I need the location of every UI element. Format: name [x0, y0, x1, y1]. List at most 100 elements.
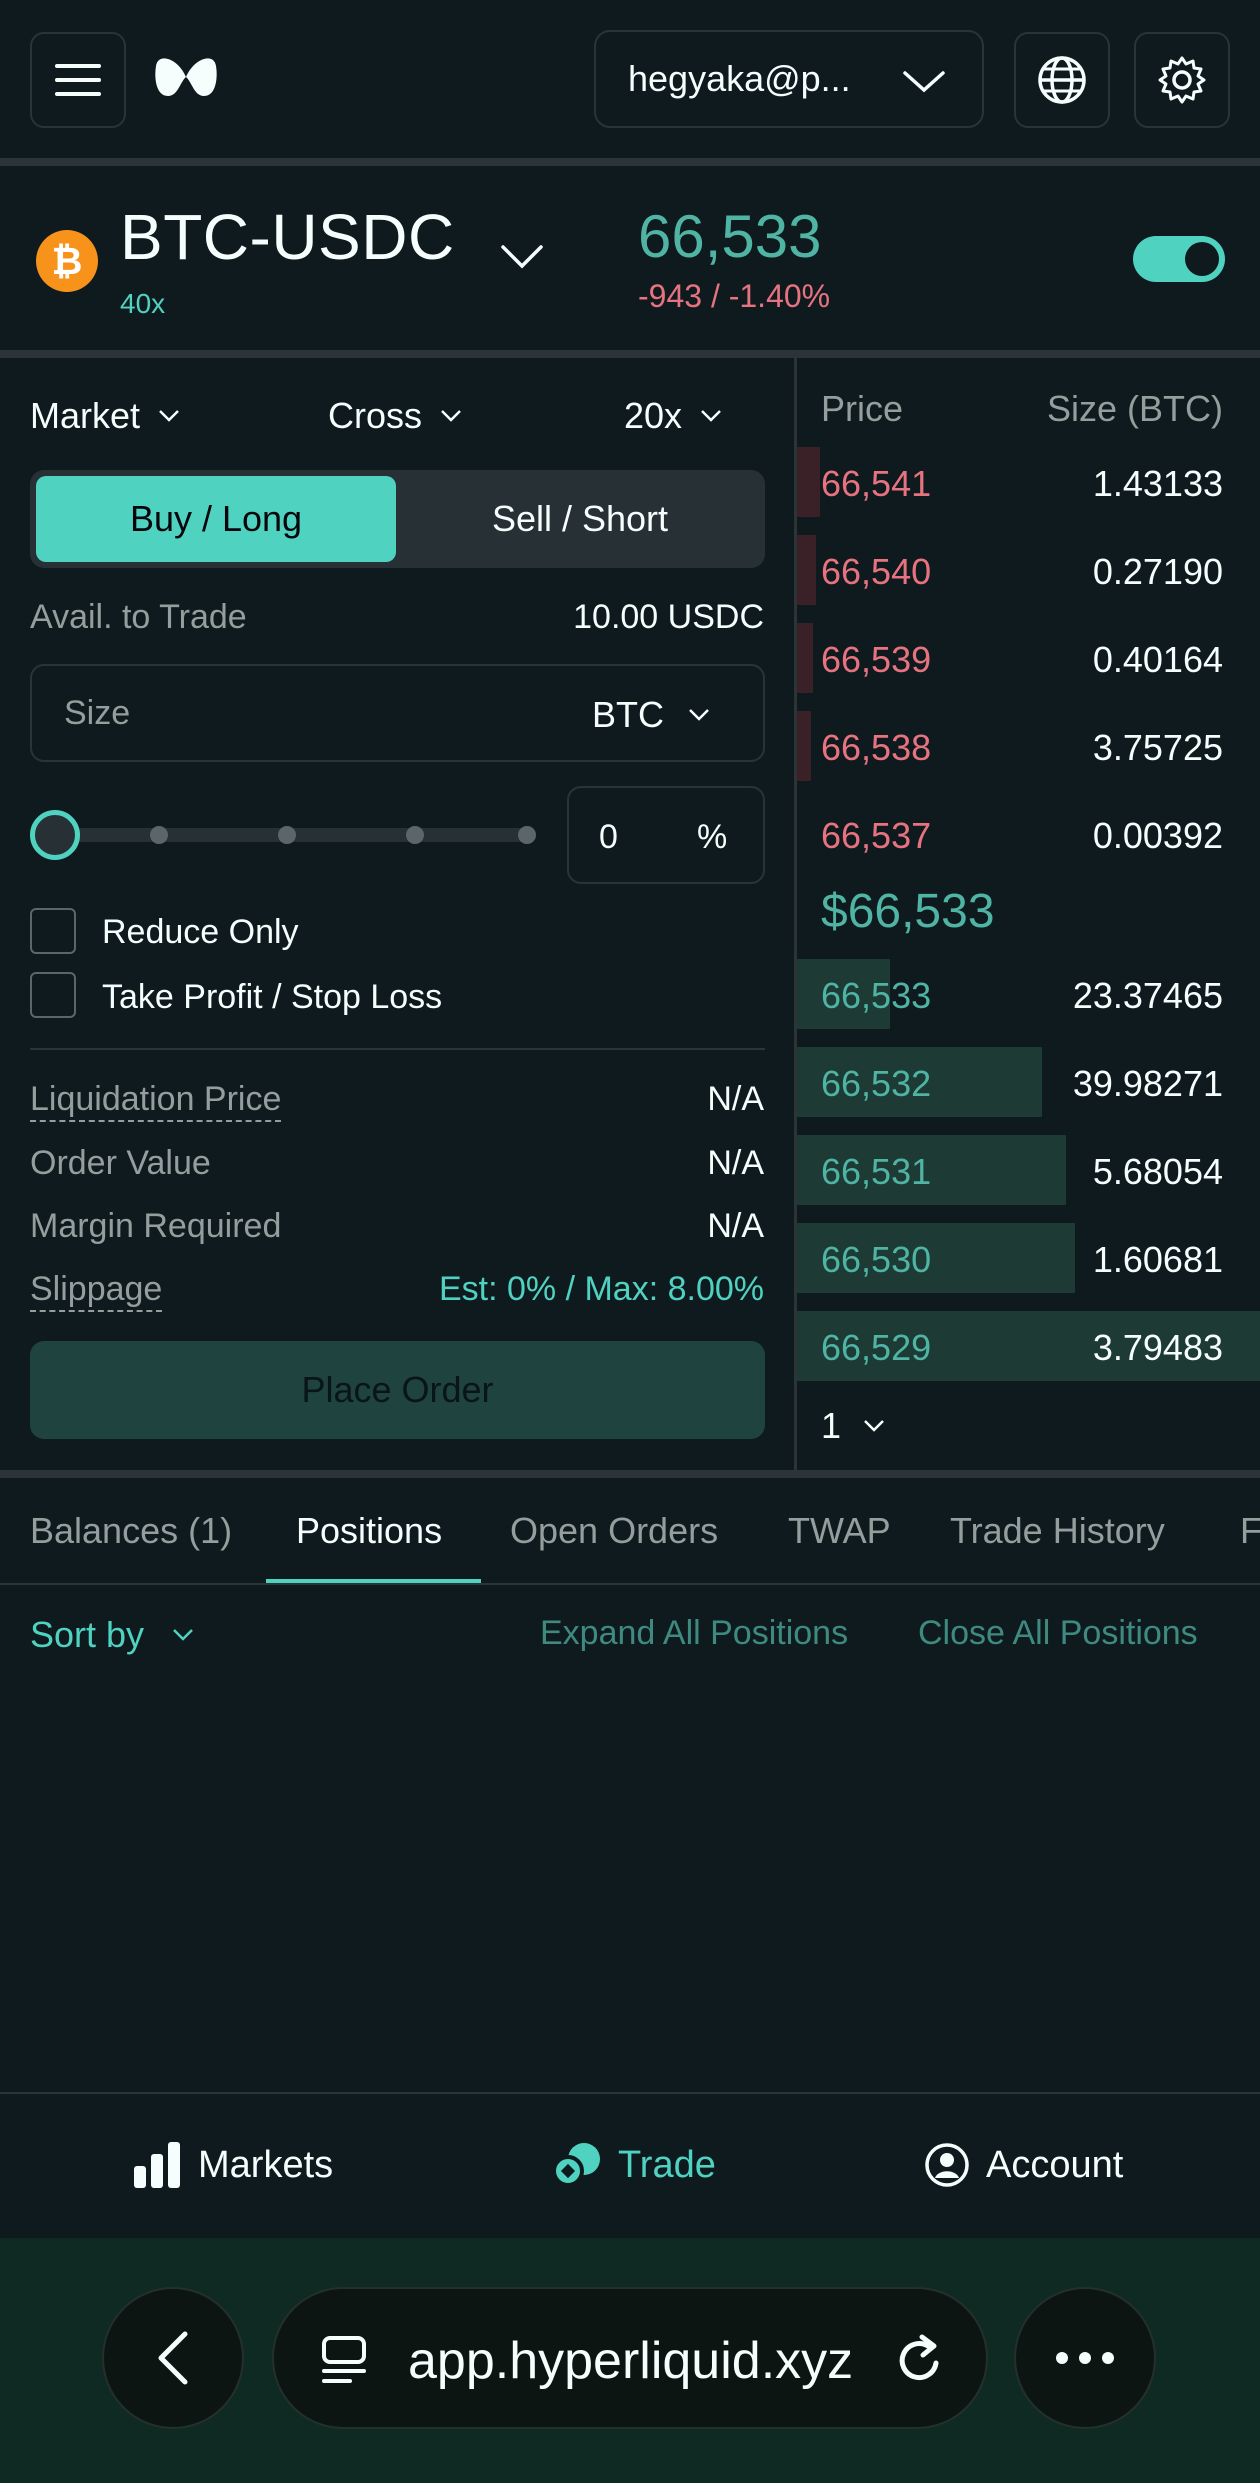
liquidation-price-label[interactable]: Liquidation Price [30, 1080, 282, 1122]
place-order-button[interactable]: Place Order [30, 1341, 765, 1439]
slider-handle[interactable] [30, 810, 80, 860]
chevron-down-icon [441, 410, 461, 422]
slider-tick [278, 826, 296, 844]
ask-depth-bar [797, 623, 813, 693]
order-value: N/A [707, 1144, 764, 1182]
buy-long-button[interactable]: Buy / Long [36, 476, 396, 562]
chevron-down-icon [173, 1629, 193, 1641]
nav-markets[interactable]: Markets [134, 2142, 333, 2188]
sell-short-button[interactable]: Sell / Short [400, 476, 760, 562]
more-icon [1056, 2352, 1114, 2364]
margin-required-label: Margin Required [30, 1207, 282, 1245]
nav-markets-label: Markets [198, 2143, 334, 2186]
bid-row[interactable]: 66,531 5.68054 [797, 1135, 1260, 1205]
ask-row[interactable]: 66,537 0.00392 [797, 799, 1260, 869]
ask-row[interactable]: 66,539 0.40164 [797, 623, 1260, 693]
bid-price: 66,533 [821, 975, 932, 1016]
bid-row[interactable]: 66,530 1.60681 [797, 1223, 1260, 1293]
ask-row[interactable]: 66,538 3.75725 [797, 711, 1260, 781]
bid-size: 39.98271 [1072, 1063, 1223, 1104]
leverage-dropdown[interactable]: 20x [624, 395, 722, 437]
browser-back-button[interactable] [102, 2287, 244, 2429]
ask-depth-bar [797, 447, 820, 517]
nav-account-label: Account [986, 2143, 1124, 2186]
ask-size: 1.43133 [1092, 463, 1223, 504]
language-button[interactable] [1014, 32, 1110, 128]
bid-price: 66,531 [821, 1151, 932, 1192]
bid-size: 3.79483 [1092, 1327, 1223, 1368]
sort-by-label: Sort by [30, 1614, 145, 1655]
browser-url-bar[interactable]: app.hyperliquid.xyz [272, 2287, 988, 2429]
ask-price: 66,537 [821, 815, 932, 856]
margin-mode-dropdown[interactable]: Cross [328, 395, 462, 437]
slider-tick [150, 826, 168, 844]
market-selector[interactable]: BTC-USDC [120, 200, 455, 274]
account-selector[interactable]: hegyaka@p... [594, 30, 984, 128]
tp-sl-checkbox[interactable] [30, 972, 76, 1018]
bid-row[interactable]: 66,533 23.37465 [797, 959, 1260, 1029]
order-type-dropdown[interactable]: Market [30, 395, 180, 437]
order-type-label: Market [30, 395, 141, 436]
tab-f[interactable]: F [1240, 1510, 1260, 1552]
tab-open-orders[interactable]: Open Orders [510, 1510, 718, 1552]
margin-mode-label: Cross [328, 395, 423, 436]
reduce-only-checkbox[interactable] [30, 908, 76, 954]
browser-more-button[interactable] [1014, 2287, 1156, 2429]
size-slider[interactable] [30, 810, 542, 860]
bid-price: 66,529 [821, 1327, 932, 1368]
panel-divider [794, 358, 797, 1470]
nav-account[interactable]: Account [924, 2142, 1123, 2188]
divider [30, 1048, 765, 1050]
bitcoin-icon: ₿ [36, 230, 98, 292]
chevron-down-icon [903, 71, 945, 93]
bid-row[interactable]: 66,532 39.98271 [797, 1047, 1260, 1117]
tab-twap[interactable]: TWAP [788, 1510, 891, 1552]
reload-icon[interactable] [894, 2333, 946, 2387]
bid-price: 66,532 [821, 1063, 932, 1104]
pair-dropdown-button[interactable] [500, 244, 544, 275]
tp-sl-label: Take Profit / Stop Loss [102, 978, 443, 1016]
orderbook-mid-price: $66,533 [821, 885, 995, 938]
ask-depth-bar [797, 535, 816, 605]
sort-by-dropdown[interactable]: Sort by [30, 1614, 194, 1656]
slippage-value: Est: 0% / Max: 8.00% [438, 1270, 764, 1308]
chevron-down-icon [701, 410, 721, 422]
globe-icon [1038, 56, 1086, 104]
ask-row[interactable]: 66,541 1.43133 [797, 447, 1260, 517]
close-all-positions-button[interactable]: Close All Positions [918, 1614, 1198, 1653]
nav-trade[interactable]: Trade [552, 2142, 716, 2188]
ask-price: 66,539 [821, 639, 932, 680]
settings-button[interactable] [1134, 32, 1230, 128]
ask-size: 0.27190 [1092, 551, 1223, 592]
chevron-left-icon [158, 2331, 188, 2385]
reduce-only-label: Reduce Only [102, 913, 299, 951]
bid-size: 5.68054 [1092, 1151, 1223, 1192]
hyperliquid-logo[interactable] [152, 52, 220, 107]
tab-positions[interactable]: Positions [296, 1510, 442, 1552]
chart-toggle[interactable] [1133, 236, 1225, 282]
ask-row[interactable]: 66,540 0.27190 [797, 535, 1260, 605]
slider-tick [406, 826, 424, 844]
gear-icon [1158, 56, 1206, 104]
tab-trade-history[interactable]: Trade History [950, 1510, 1165, 1552]
orderbook-price-header: Price [821, 388, 904, 429]
divider [0, 350, 1260, 358]
chevron-down-icon [689, 709, 709, 721]
expand-all-positions-button[interactable]: Expand All Positions [540, 1614, 848, 1653]
ask-price: 66,540 [821, 551, 932, 592]
size-unit-dropdown[interactable]: BTC [592, 694, 710, 736]
ask-size: 0.00392 [1092, 815, 1223, 856]
tabs-icon [322, 2336, 366, 2383]
menu-button[interactable] [30, 32, 126, 128]
slippage-label[interactable]: Slippage [30, 1270, 163, 1312]
tab-balances-1[interactable]: Balances (1) [30, 1510, 232, 1552]
grouping-dropdown[interactable]: 1 [821, 1405, 885, 1447]
percent-input[interactable]: 0 % [567, 786, 765, 884]
ask-size: 3.75725 [1092, 727, 1223, 768]
avail-value: 10.00 USDC [573, 598, 764, 636]
account-label: hegyaka@p... [628, 58, 851, 99]
size-input[interactable]: Size BTC [30, 664, 765, 762]
bid-row[interactable]: 66,529 3.79483 [797, 1311, 1260, 1381]
grouping-label: 1 [821, 1405, 842, 1446]
pair-title: BTC-USDC [120, 201, 455, 273]
